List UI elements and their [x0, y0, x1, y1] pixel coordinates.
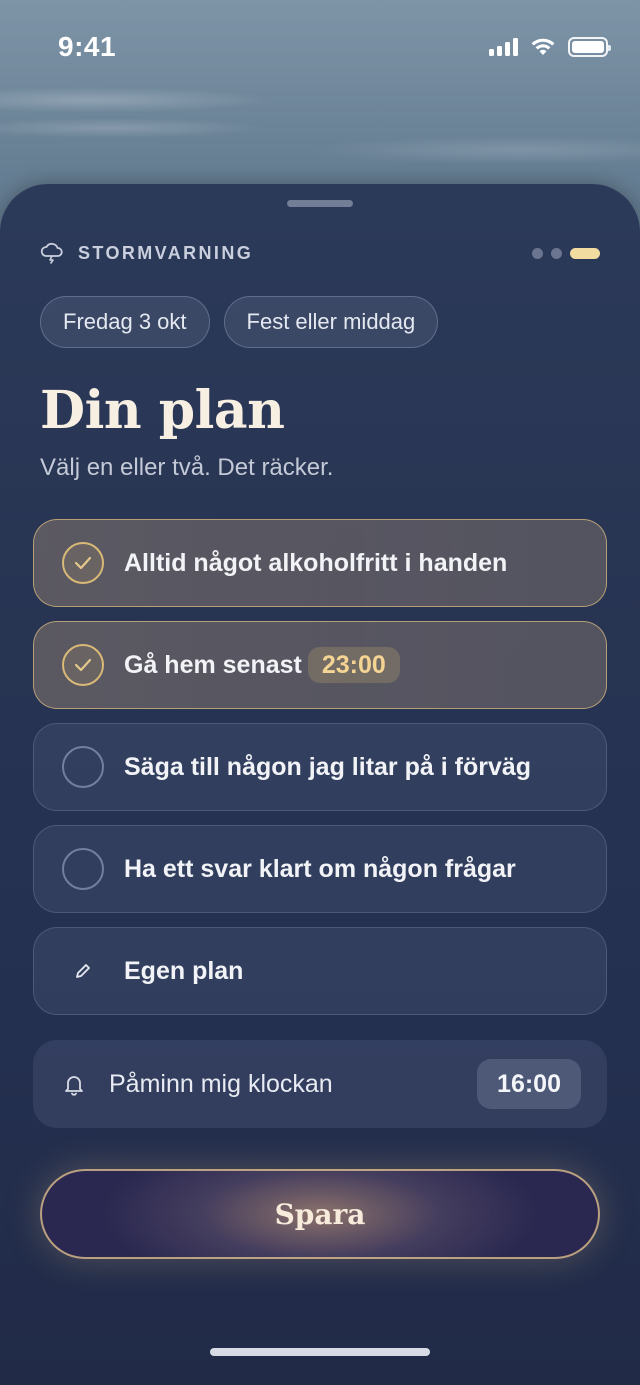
pager-dot-active: [570, 247, 600, 259]
status-bar: 9:41: [0, 0, 640, 94]
checkmark-icon: [74, 658, 92, 672]
chip-occasion[interactable]: Fest eller middag: [223, 296, 439, 348]
option-label: Alltid något alkoholfritt i handen: [124, 548, 508, 577]
storm-cloud-icon: [40, 242, 63, 264]
reminder-time-picker[interactable]: 16:00: [477, 1059, 581, 1109]
plan-option-prepared-answer[interactable]: Ha ett svar klart om någon frågar: [33, 825, 607, 913]
checkbox-unchecked[interactable]: [62, 746, 104, 788]
page-title: Din plan: [40, 380, 285, 441]
plan-option-custom[interactable]: Egen plan: [33, 927, 607, 1015]
go-home-time-pill[interactable]: 23:00: [307, 647, 400, 683]
chip-date[interactable]: Fredag 3 okt: [40, 296, 210, 348]
wifi-icon: [531, 38, 555, 55]
home-indicator[interactable]: [210, 1348, 430, 1356]
option-label: Gå hem senast: [124, 650, 302, 679]
checkbox-checked[interactable]: [62, 644, 104, 686]
brand-label: STORMVARNING: [78, 242, 254, 263]
option-label: Säga till någon jag litar på i förväg: [124, 752, 532, 781]
signal-icon: [489, 38, 518, 56]
checkmark-icon: [74, 556, 92, 570]
status-icons: [489, 37, 611, 57]
page-subtitle: Välj en eller två. Det räcker.: [40, 454, 334, 481]
checkbox-checked[interactable]: [62, 542, 104, 584]
plan-option-alcohol-free[interactable]: Alltid något alkoholfritt i handen: [33, 519, 607, 607]
battery-icon: [568, 37, 611, 57]
checkbox-unchecked[interactable]: [62, 848, 104, 890]
plan-sheet: STORMVARNING Fredag 3 okt Fest eller mid…: [0, 184, 640, 1385]
plan-option-tell-someone[interactable]: Säga till någon jag litar på i förväg: [33, 723, 607, 811]
status-time: 9:41: [58, 31, 117, 62]
context-chips: Fredag 3 okt Fest eller middag: [40, 296, 439, 348]
bell-icon: [65, 1076, 83, 1096]
plan-option-go-home[interactable]: Gå hem senast 23:00: [33, 621, 607, 709]
brand: STORMVARNING: [40, 242, 253, 264]
sheet-grabber[interactable]: [287, 200, 353, 207]
option-label: Ha ett svar klart om någon frågar: [124, 854, 516, 883]
plan-options: Alltid något alkoholfritt i handen Gå he…: [33, 519, 607, 1029]
pager-dot: [551, 247, 562, 259]
sheet-header: STORMVARNING: [40, 240, 600, 266]
pencil-icon: [62, 950, 104, 992]
reminder-label: Påminn mig klockan: [109, 1069, 333, 1098]
pager-dot: [532, 247, 543, 259]
reminder-row[interactable]: Påminn mig klockan 16:00: [33, 1040, 607, 1128]
save-button[interactable]: Spara: [40, 1169, 600, 1259]
step-pager: [532, 247, 600, 259]
custom-plan-label: Egen plan: [124, 956, 244, 985]
